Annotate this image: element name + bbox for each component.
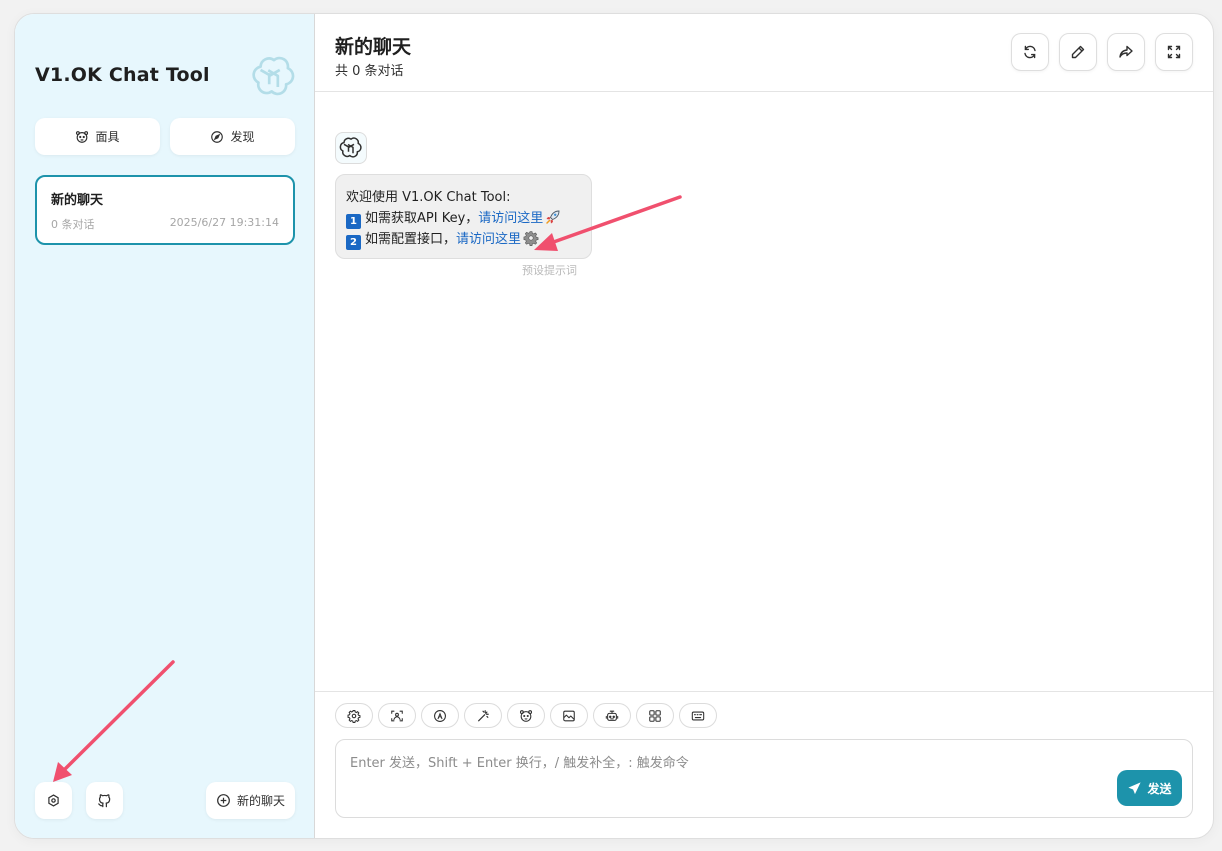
- share-icon: [1119, 45, 1133, 58]
- message-input[interactable]: [336, 740, 1192, 817]
- robot-button[interactable]: [593, 703, 631, 728]
- edit-icon: [1071, 45, 1085, 59]
- prompt-icon: [434, 709, 446, 722]
- chat-toolbar: [335, 703, 717, 728]
- app-window: V1.OK Chat Tool 面具 发现 新的聊天 0 条对话 2025/6/…: [14, 13, 1214, 839]
- message-line: 1 如需获取API Key，请访问这里: [346, 208, 581, 229]
- number-badge: 2: [346, 235, 361, 250]
- plugin-icon: [649, 709, 661, 722]
- robot-icon: [605, 710, 619, 721]
- mask-tool-button[interactable]: [507, 703, 545, 728]
- refresh-icon: [1024, 45, 1036, 59]
- magic-wand-button[interactable]: [464, 703, 502, 728]
- image-button[interactable]: [550, 703, 588, 728]
- share-button[interactable]: [1107, 33, 1145, 71]
- shortcut-keyboard-icon: [691, 711, 705, 720]
- discover-button[interactable]: 发现: [170, 118, 295, 155]
- discover-button-label: 发现: [230, 130, 255, 144]
- rocket-icon: [546, 210, 560, 224]
- number-badge: 1: [346, 214, 361, 229]
- api-key-link[interactable]: 请访问这里: [478, 211, 543, 226]
- prompt-button[interactable]: [421, 703, 459, 728]
- api-config-link[interactable]: 请访问这里: [456, 232, 521, 247]
- image-icon: [563, 710, 575, 721]
- chat-settings-icon: [347, 709, 361, 723]
- settings-button[interactable]: [35, 782, 72, 819]
- message-line-text: 如需获取API Key，: [365, 211, 479, 226]
- github-icon: [98, 794, 111, 808]
- magic-wand-icon: [478, 709, 489, 721]
- openai-logo-icon: [339, 137, 362, 158]
- new-chat-label: 新的聊天: [236, 794, 285, 808]
- chat-main: 新的聊天 共 0 条对话 欢迎使用 V1.OK Chat Tool: 1 如需获…: [315, 14, 1213, 838]
- sidebar: V1.OK Chat Tool 面具 发现 新的聊天 0 条对话 2025/6/…: [15, 14, 315, 838]
- mask-icon: [519, 709, 533, 722]
- chat-header: 新的聊天 共 0 条对话: [315, 14, 1213, 92]
- chat-item-title: 新的聊天: [51, 193, 104, 208]
- plugin-button[interactable]: [636, 703, 674, 728]
- mask-button[interactable]: 面具: [35, 118, 160, 155]
- chat-item-count: 0 条对话: [51, 218, 95, 231]
- shortcut-keyboard-button[interactable]: [679, 703, 717, 728]
- sidebar-action-row: 面具 发现: [35, 118, 295, 155]
- chat-subtitle: 共 0 条对话: [335, 64, 404, 79]
- new-chat-button[interactable]: 新的聊天: [206, 782, 295, 819]
- chat-list-item[interactable]: 新的聊天 0 条对话 2025/6/27 19:31:14: [35, 175, 295, 245]
- chat-settings-button[interactable]: [335, 703, 373, 728]
- compass-icon: [211, 130, 224, 143]
- chat-title: 新的聊天: [335, 36, 412, 58]
- message-input-box: 发送: [335, 739, 1193, 818]
- refresh-button[interactable]: [1011, 33, 1049, 71]
- mask-button-label: 面具: [95, 130, 120, 144]
- gear-icon: [523, 231, 539, 246]
- openai-logo-icon: [252, 56, 295, 96]
- mask-icon: [76, 130, 89, 143]
- send-icon: [1128, 781, 1142, 794]
- settings-icon: [48, 794, 59, 807]
- fullscreen-button[interactable]: [1155, 33, 1193, 71]
- theme-icon: [391, 710, 403, 721]
- chat-item-meta: 0 条对话 2025/6/27 19:31:14: [51, 216, 279, 232]
- send-button-label: 发送: [1147, 781, 1172, 796]
- assistant-avatar: [335, 132, 367, 164]
- message-line-text: 如需配置接口，: [365, 232, 457, 247]
- send-button[interactable]: 发送: [1117, 770, 1182, 806]
- edit-button[interactable]: [1059, 33, 1097, 71]
- github-button[interactable]: [86, 782, 123, 819]
- add-circle-icon: [217, 794, 230, 807]
- fullscreen-icon: [1167, 45, 1181, 59]
- chat-item-time: 2025/6/27 19:31:14: [169, 216, 279, 229]
- preset-prompt-tag: 预设提示词: [522, 264, 577, 277]
- header-actions: [1011, 33, 1193, 71]
- theme-button[interactable]: [378, 703, 416, 728]
- assistant-message: 欢迎使用 V1.OK Chat Tool: 1 如需获取API Key，请访问这里…: [335, 174, 592, 259]
- input-panel: 发送: [315, 691, 1213, 838]
- message-line: 2 如需配置接口，请访问这里: [346, 229, 581, 250]
- message-intro: 欢迎使用 V1.OK Chat Tool:: [346, 190, 511, 205]
- brand-title: V1.OK Chat Tool: [35, 64, 210, 86]
